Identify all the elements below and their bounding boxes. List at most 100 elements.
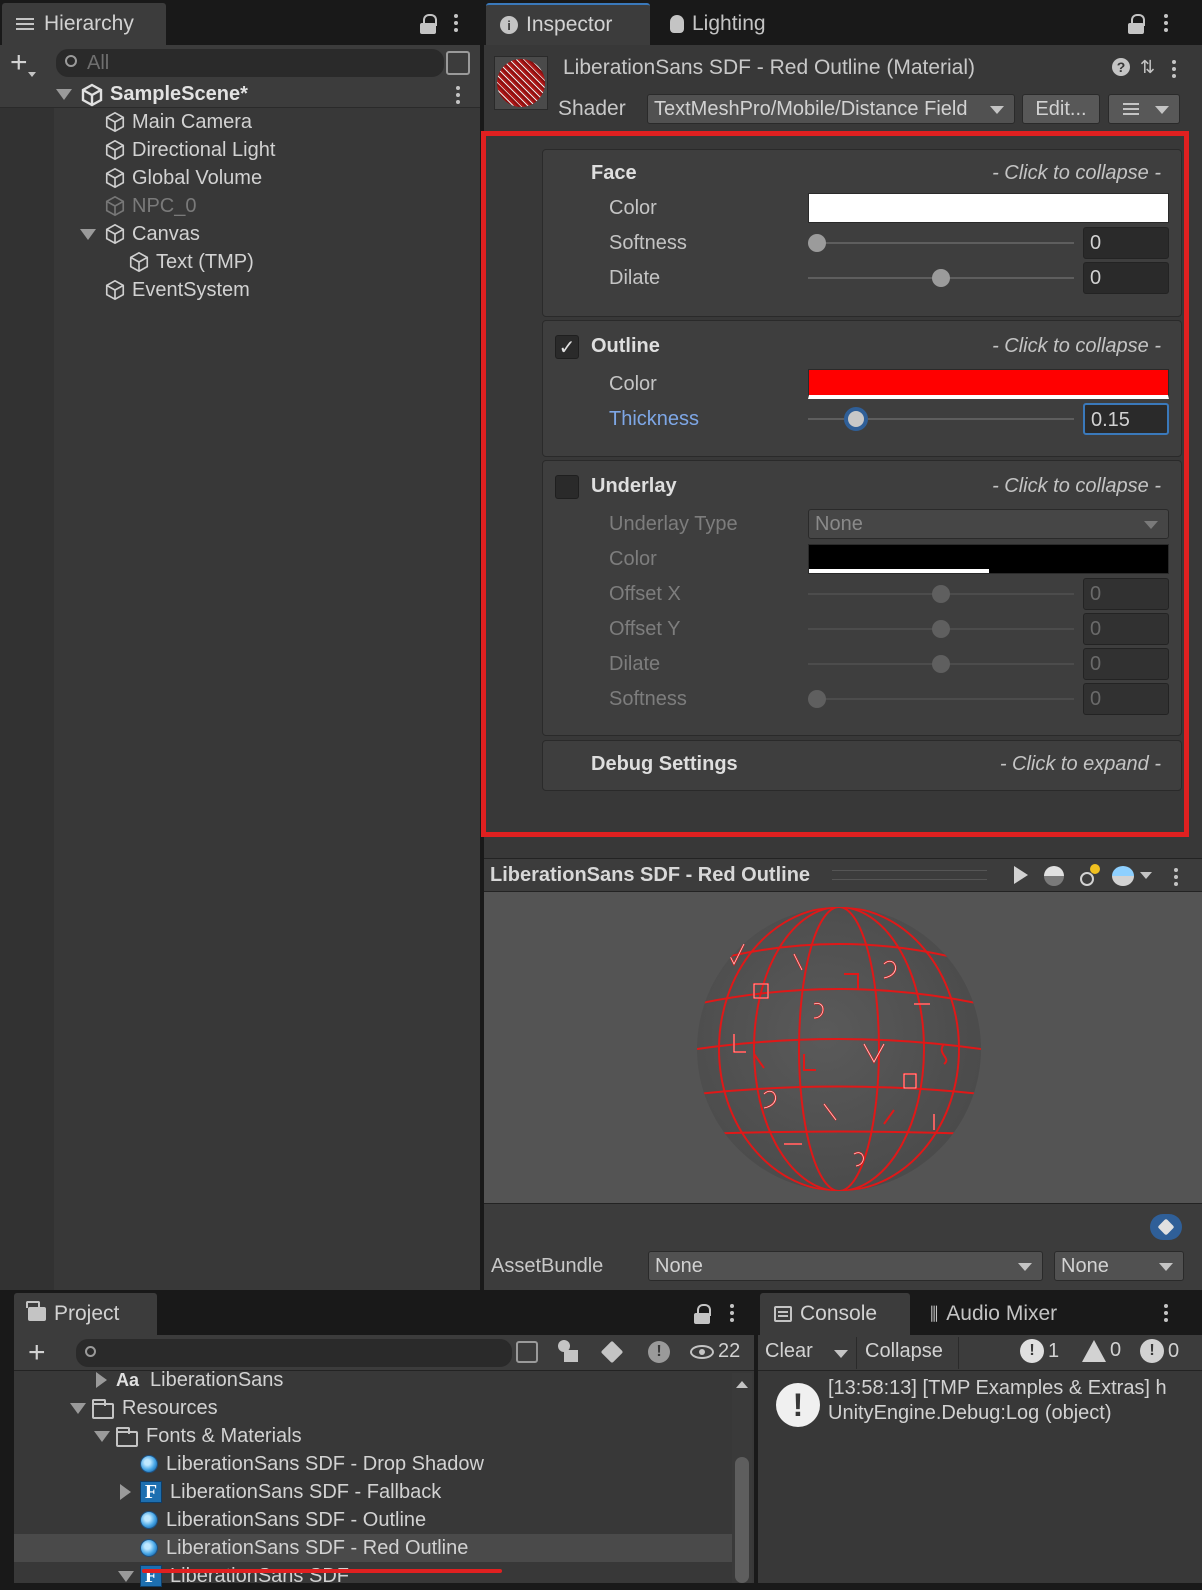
log-entry[interactable]: ! [13:58:13] [TMP Examples & Extras] h U… — [758, 1373, 1202, 1433]
project-item[interactable]: Aa LiberationSans — [116, 1366, 283, 1394]
project-add-icon[interactable]: + — [28, 1338, 46, 1368]
face-collapse-hint[interactable]: - Click to collapse - — [992, 162, 1161, 185]
outline-enable-checkbox[interactable]: ✓ — [555, 335, 579, 359]
underlay-enable-checkbox[interactable] — [555, 475, 579, 499]
search-window-icon[interactable] — [516, 1341, 538, 1363]
edit-shader-button[interactable]: Edit... — [1022, 94, 1100, 124]
outline-title[interactable]: Outline — [591, 335, 660, 358]
add-icon[interactable]: + — [10, 48, 28, 78]
fold-open-icon[interactable] — [70, 1403, 86, 1414]
tab-project[interactable]: Project — [14, 1293, 157, 1335]
light-icon[interactable] — [1080, 864, 1102, 886]
help-icon[interactable]: ? — [1112, 58, 1130, 76]
tab-inspector[interactable]: i Inspector — [486, 3, 650, 45]
underlay-softness-field[interactable]: 0 — [1083, 683, 1169, 715]
outline-thickness-knob[interactable] — [844, 407, 868, 431]
hierarchy-item-global-volume[interactable]: Global Volume — [104, 164, 262, 192]
tab-hierarchy[interactable]: Hierarchy — [2, 3, 166, 45]
face-dilate-knob[interactable] — [932, 269, 950, 287]
assetbundle-variant-dropdown[interactable]: None — [1054, 1251, 1184, 1281]
hidden-packages-toggle[interactable]: 22 — [690, 1340, 740, 1363]
clear-button[interactable]: Clear — [765, 1340, 813, 1363]
project-item[interactable]: Resources — [92, 1394, 218, 1422]
project-item[interactable]: F LiberationSans SDF — [140, 1562, 349, 1590]
project-item[interactable]: LiberationSans SDF - Red Outline — [140, 1534, 468, 1562]
play-icon[interactable] — [1014, 866, 1028, 884]
project-item[interactable]: LiberationSans SDF - Outline — [140, 1506, 426, 1534]
underlay-dilate-field[interactable]: 0 — [1083, 648, 1169, 680]
underlay-offset-x-field[interactable]: 0 — [1083, 578, 1169, 610]
error-count-toggle[interactable]: ! 0 — [1140, 1339, 1179, 1363]
warning-count-toggle[interactable]: 0 — [1082, 1339, 1121, 1362]
face-color-swatch[interactable] — [808, 193, 1169, 223]
background-sphere-icon[interactable] — [1112, 866, 1134, 886]
filter-by-log-icon[interactable]: ! — [648, 1341, 670, 1363]
outline-collapse-hint[interactable]: - Click to collapse - — [992, 335, 1161, 358]
shader-dropdown[interactable]: TextMeshPro/Mobile/Distance Field — [647, 94, 1015, 124]
inspector-more-icon[interactable] — [1162, 14, 1170, 32]
underlay-color-swatch[interactable] — [808, 544, 1169, 574]
material-preview-viewport[interactable] — [484, 892, 1202, 1203]
face-title[interactable]: Face — [591, 162, 637, 185]
sphere-mesh-icon[interactable] — [1044, 866, 1064, 886]
console-more-icon[interactable] — [1162, 1304, 1170, 1322]
clear-options-caret-icon[interactable] — [834, 1350, 848, 1358]
presets-icon[interactable]: ⇅ — [1140, 58, 1158, 76]
tab-console[interactable]: Console — [760, 1293, 910, 1335]
shader-options-button[interactable] — [1108, 94, 1180, 124]
scrollbar-thumb[interactable] — [735, 1457, 749, 1583]
fold-closed-icon[interactable] — [96, 1372, 107, 1388]
fold-open-icon[interactable] — [94, 1431, 110, 1442]
scene-menu-icon[interactable] — [454, 86, 462, 104]
face-dilate-field[interactable]: 0 — [1083, 262, 1169, 294]
underlay-softness-knob[interactable] — [808, 690, 826, 708]
debug-expand-hint[interactable]: - Click to expand - — [1000, 753, 1161, 776]
search-mode-icon[interactable] — [446, 51, 470, 75]
face-softness-field[interactable]: 0 — [1083, 227, 1169, 259]
hierarchy-item-directional-light[interactable]: Directional Light — [104, 136, 275, 164]
assetbundle-dropdown[interactable]: None — [648, 1251, 1043, 1281]
hierarchy-item-event-system[interactable]: EventSystem — [104, 276, 250, 304]
debug-section[interactable]: Debug Settings - Click to expand - — [542, 740, 1182, 791]
underlay-offset-x-knob[interactable] — [932, 585, 950, 603]
face-softness-knob[interactable] — [808, 234, 826, 252]
underlay-dilate-knob[interactable] — [932, 655, 950, 673]
tab-lighting[interactable]: Lighting — [656, 3, 806, 45]
debug-title[interactable]: Debug Settings — [591, 753, 738, 776]
hierarchy-item-npc-0[interactable]: NPC_0 — [104, 192, 196, 220]
project-item[interactable]: LiberationSans SDF - Drop Shadow — [140, 1450, 484, 1478]
scene-fold-icon[interactable] — [56, 89, 72, 100]
chevron-down-icon[interactable] — [1140, 872, 1152, 879]
underlay-softness-slider[interactable] — [808, 698, 1074, 700]
hierarchy-search-input[interactable]: All — [56, 49, 444, 77]
hierarchy-item-label: Text (TMP) — [156, 250, 254, 273]
project-item[interactable]: Fonts & Materials — [116, 1422, 302, 1450]
asset-labels-icon[interactable] — [1150, 1214, 1182, 1240]
project-search-input[interactable] — [76, 1339, 512, 1367]
info-count-toggle[interactable]: ! 1 — [1020, 1339, 1059, 1363]
fold-closed-icon[interactable] — [120, 1484, 131, 1500]
underlay-title[interactable]: Underlay — [591, 475, 677, 498]
project-item[interactable]: F LiberationSans SDF - Fallback — [140, 1478, 441, 1506]
tab-audio-mixer[interactable]: ⫼ Audio Mixer — [916, 1293, 1096, 1335]
hierarchy-item-text-tmp[interactable]: Text (TMP) — [128, 248, 254, 276]
preview-more-icon[interactable] — [1172, 868, 1180, 886]
canvas-fold-icon[interactable] — [80, 229, 96, 240]
collapse-toggle[interactable]: Collapse — [865, 1340, 943, 1363]
face-softness-slider[interactable] — [808, 242, 1074, 244]
material-more-icon[interactable] — [1170, 60, 1178, 78]
fold-open-icon[interactable] — [118, 1571, 134, 1582]
filter-by-type-icon[interactable] — [558, 1340, 580, 1364]
underlay-collapse-hint[interactable]: - Click to collapse - — [992, 475, 1161, 498]
preview-drag-handle[interactable] — [832, 870, 987, 880]
underlay-offset-y-field[interactable]: 0 — [1083, 613, 1169, 645]
underlay-offset-y-knob[interactable] — [932, 620, 950, 638]
hierarchy-item-canvas[interactable]: Canvas — [104, 220, 200, 248]
project-tree-scrollbar[interactable] — [732, 1373, 752, 1583]
hierarchy-item-main-camera[interactable]: Main Camera — [104, 108, 252, 136]
project-more-icon[interactable] — [728, 1304, 736, 1322]
more-options-icon[interactable] — [452, 14, 460, 32]
outline-thickness-field[interactable]: 0.15 — [1083, 403, 1169, 435]
outline-color-swatch[interactable] — [808, 369, 1169, 399]
underlay-type-dropdown[interactable]: None — [808, 509, 1169, 539]
